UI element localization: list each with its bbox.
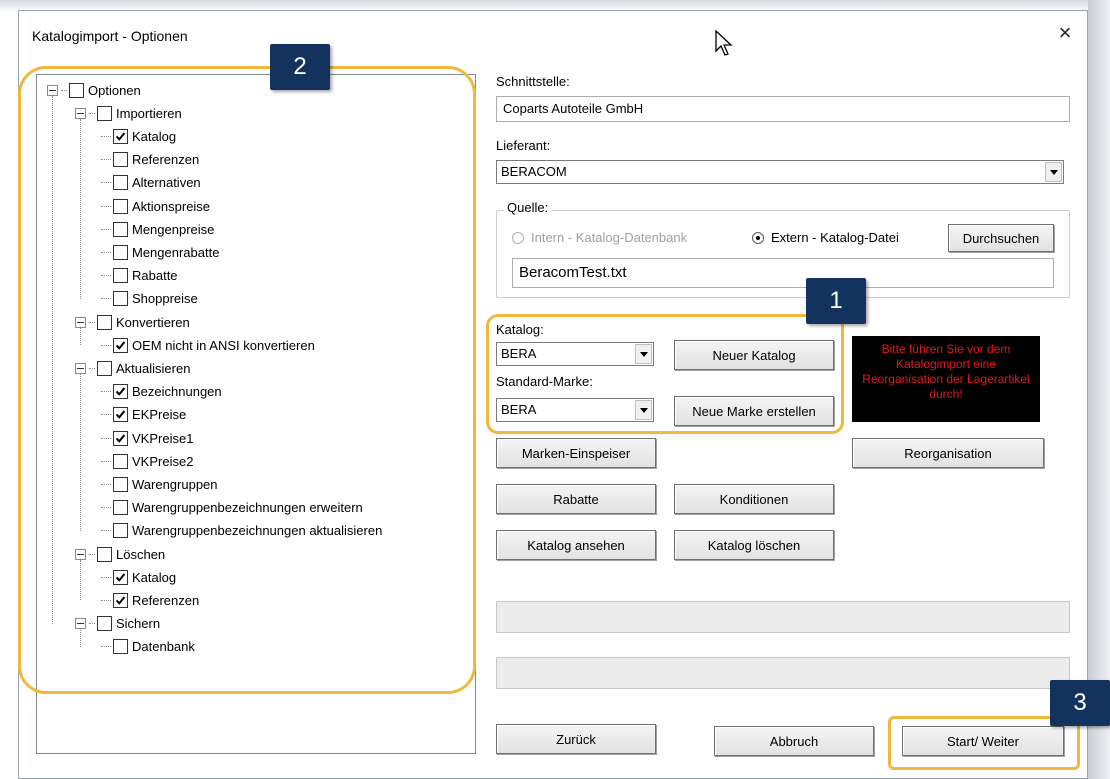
katalog-loeschen-button[interactable]: Katalog löschen <box>674 530 834 560</box>
durchsuchen-button[interactable]: Durchsuchen <box>948 224 1054 252</box>
radio-extern-label: Extern - Katalog-Datei <box>771 230 899 245</box>
annotation-badge-3: 3 <box>1050 680 1110 726</box>
radio-intern-dot <box>512 231 524 244</box>
lieferant-select[interactable]: BERACOM <box>496 160 1064 184</box>
annotation-badge-2: 2 <box>270 44 330 90</box>
file-path-field[interactable]: BeracomTest.txt <box>512 258 1054 288</box>
marken-einspeiser-button[interactable]: Marken-Einspeiser <box>496 438 656 468</box>
radio-intern[interactable]: Intern - Katalog-Datenbank <box>512 230 687 245</box>
katalog-ansehen-button[interactable]: Katalog ansehen <box>496 530 656 560</box>
konditionen-button[interactable]: Konditionen <box>674 484 834 514</box>
progress-bar-1 <box>496 601 1070 633</box>
radio-extern-dot <box>752 231 764 244</box>
annotation-ring-2 <box>18 66 476 694</box>
abbruch-button[interactable]: Abbruch <box>714 726 874 756</box>
zurueck-button[interactable]: Zurück <box>496 724 656 754</box>
lieferant-label: Lieferant: <box>496 138 551 153</box>
rabatte-button[interactable]: Rabatte <box>496 484 656 514</box>
annotation-box-1 <box>486 314 844 434</box>
reorganisation-warning: Bitte führen Sie vor dem Katalogimport e… <box>852 336 1040 422</box>
chevron-down-icon[interactable] <box>1045 162 1062 182</box>
mouse-cursor-icon <box>715 30 733 56</box>
annotation-badge-1: 1 <box>806 278 866 324</box>
schnittstelle-label: Schnittstelle: <box>496 74 570 89</box>
window-shadow-right <box>1088 0 1110 779</box>
radio-extern[interactable]: Extern - Katalog-Datei <box>752 230 899 245</box>
schnittstelle-field[interactable]: Coparts Autoteile GmbH <box>496 96 1070 122</box>
progress-bar-2 <box>496 657 1070 689</box>
reorganisation-button[interactable]: Reorganisation <box>852 438 1044 468</box>
lieferant-value: BERACOM <box>501 164 567 179</box>
close-icon[interactable]: × <box>1052 20 1078 46</box>
radio-intern-label: Intern - Katalog-Datenbank <box>531 230 688 245</box>
quelle-label: Quelle: <box>504 200 552 215</box>
window-title: Katalogimport - Optionen <box>32 28 188 44</box>
